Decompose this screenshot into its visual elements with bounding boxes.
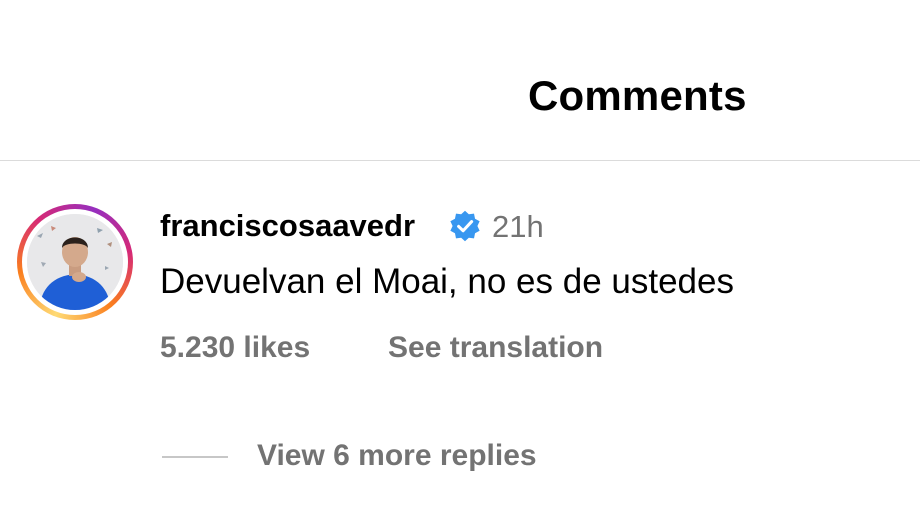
see-translation-link[interactable]: See translation bbox=[388, 331, 603, 365]
replies-divider-line bbox=[162, 456, 228, 458]
verified-badge-icon bbox=[450, 210, 480, 242]
avatar bbox=[27, 214, 123, 310]
comment-text: Devuelvan el Moai, no es de ustedes bbox=[160, 262, 734, 301]
comments-header: Comments bbox=[0, 0, 920, 161]
page-title: Comments bbox=[528, 72, 747, 119]
view-more-replies-button[interactable]: View 6 more replies bbox=[257, 439, 537, 473]
avatar-ring-gap bbox=[22, 209, 128, 315]
likes-count-link[interactable]: 5.230 likes bbox=[160, 331, 310, 365]
avatar-photo-icon bbox=[27, 214, 123, 310]
avatar-story-ring[interactable] bbox=[17, 204, 133, 320]
comment-timestamp: 21h bbox=[492, 209, 544, 244]
comment-username[interactable]: franciscosaavedr bbox=[160, 208, 415, 244]
